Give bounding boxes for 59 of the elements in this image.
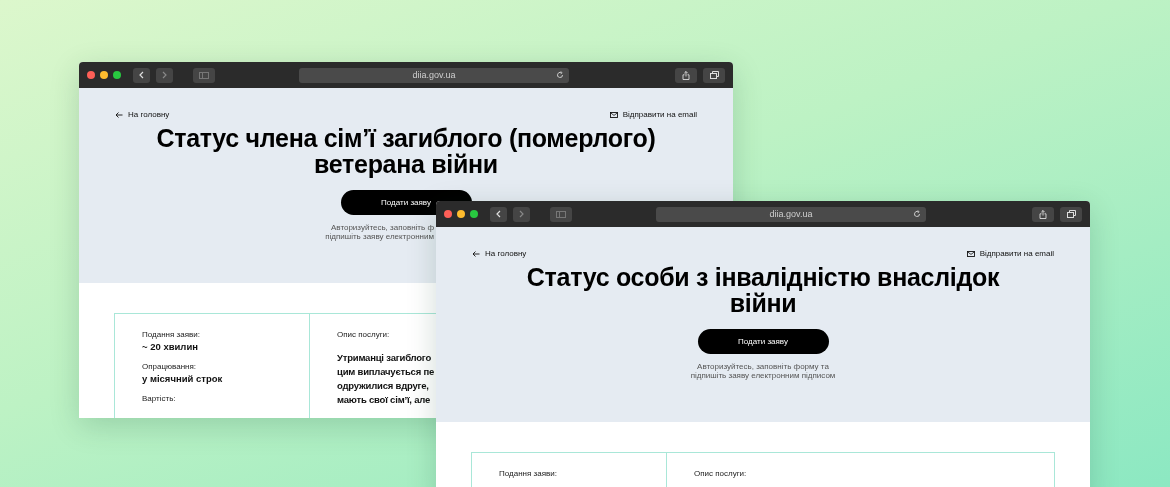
chevron-right-icon: [519, 210, 524, 218]
back-link[interactable]: На головну: [115, 110, 170, 119]
email-link[interactable]: Відправити на email: [966, 249, 1054, 258]
description-text: цим виплачується пе: [337, 365, 436, 379]
description-text: мають свої сім’ї, але: [337, 393, 432, 407]
sidebar-icon: [199, 71, 209, 79]
close-button[interactable]: [444, 210, 452, 218]
tabs-icon: [709, 71, 719, 79]
description-text: Утриманці загиблого: [337, 351, 433, 365]
forward-button[interactable]: [513, 206, 530, 222]
reload-icon: [913, 209, 921, 218]
info-value: ~ 20 хвилин: [142, 341, 199, 352]
info-label: Подання заяви:: [142, 330, 201, 339]
chevron-left-icon: [496, 210, 501, 218]
back-button[interactable]: [490, 206, 507, 222]
page-title: Статус члена сім’ї загиблого (померлого) ветерана війни: [155, 125, 657, 177]
share-icon: [1039, 209, 1047, 219]
email-link[interactable]: Відправити на email: [609, 110, 697, 119]
page-title: Статус особи з інвалідністю внаслідок війни: [525, 264, 1001, 316]
minimize-button[interactable]: [457, 210, 465, 218]
chevron-right-icon: [162, 71, 167, 79]
url-text: diia.gov.ua: [412, 70, 456, 80]
info-label: Опрацювання:: [142, 362, 198, 371]
tabs-button[interactable]: [703, 67, 725, 83]
hint-text: Авторизуйтесь, заповніть форму та: [696, 362, 830, 371]
description-text: одружилися вдруге,: [337, 379, 430, 393]
url-text: diia.gov.ua: [769, 209, 813, 219]
arrow-left-icon: [115, 111, 123, 118]
info-label: Вартість:: [142, 394, 177, 403]
minimize-button[interactable]: [100, 71, 108, 79]
envelope-icon: [966, 250, 975, 257]
hint-text: підпишіть заяву електронним: [325, 232, 434, 241]
tabs-button[interactable]: [1060, 206, 1082, 222]
sidebar-button[interactable]: [550, 206, 572, 222]
sidebar-button[interactable]: [193, 67, 215, 83]
back-button[interactable]: [133, 67, 150, 83]
submit-button[interactable]: Подати заяву: [697, 329, 829, 354]
info-label: Подання заяви:: [499, 469, 558, 478]
share-button[interactable]: [675, 67, 697, 83]
sidebar-icon: [556, 210, 566, 218]
forward-button[interactable]: [156, 67, 173, 83]
address-bar[interactable]: diia.gov.ua: [656, 206, 926, 222]
maximize-button[interactable]: [113, 71, 121, 79]
hint-text: Авторизуйтесь, заповніть ф: [331, 223, 434, 232]
back-link[interactable]: На головну: [472, 249, 527, 258]
share-icon: [682, 70, 690, 80]
share-button[interactable]: [1032, 206, 1054, 222]
close-button[interactable]: [87, 71, 95, 79]
info-value: у місячний строк: [142, 373, 224, 384]
address-bar[interactable]: diia.gov.ua: [299, 67, 569, 83]
chevron-left-icon: [139, 71, 144, 79]
description-label: Опис послуги:: [694, 469, 748, 478]
envelope-icon: [609, 111, 618, 118]
maximize-button[interactable]: [470, 210, 478, 218]
reload-icon: [556, 70, 564, 79]
description-label: Опис послуги:: [337, 330, 391, 339]
tabs-icon: [1066, 210, 1076, 218]
hint-text: підпишіть заяву електронним підписом: [690, 371, 836, 380]
arrow-left-icon: [472, 250, 480, 257]
